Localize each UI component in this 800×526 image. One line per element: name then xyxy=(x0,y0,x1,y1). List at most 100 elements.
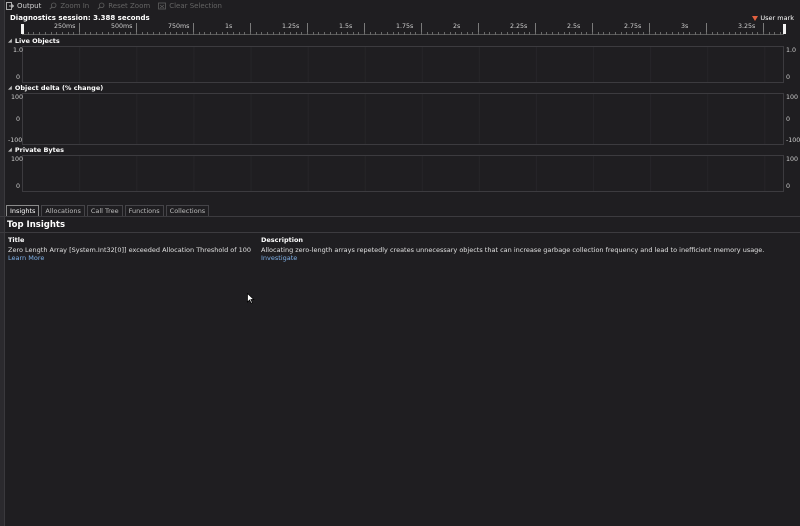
ruler-minor-tick xyxy=(84,32,86,35)
collapse-caret-icon: ◢ xyxy=(8,147,12,153)
private-bytes-header[interactable]: ◢ Private Bytes xyxy=(8,146,64,154)
ruler-minor-tick xyxy=(301,32,303,35)
ruler-minor-tick xyxy=(158,32,160,35)
ruler-minor-tick xyxy=(421,32,422,35)
ruler-minor-tick xyxy=(44,32,46,35)
live-objects-header[interactable]: ◢ Live Objects xyxy=(8,37,60,45)
output-icon xyxy=(6,1,14,10)
ruler-minor-tick xyxy=(597,32,599,35)
ruler-tick-label: 750ms xyxy=(168,23,190,30)
live-objects-title: Live Objects xyxy=(14,37,60,45)
ruler-minor-tick xyxy=(592,32,593,35)
ruler-minor-tick xyxy=(740,32,742,35)
ruler-minor-tick xyxy=(683,32,685,35)
ruler-minor-tick xyxy=(79,32,80,35)
ruler-minor-tick xyxy=(438,32,440,35)
ruler-minor-tick xyxy=(324,32,326,35)
ruler-minor-tick xyxy=(535,32,536,35)
ruler-minor-tick xyxy=(409,32,411,35)
ruler-minor-tick xyxy=(130,32,132,35)
ruler-minor-tick xyxy=(175,32,177,35)
ruler-minor-tick xyxy=(557,32,559,35)
selection-start-handle[interactable] xyxy=(21,24,24,34)
ruler-minor-tick xyxy=(529,32,531,35)
ruler-minor-tick xyxy=(272,32,274,35)
learn-more-link[interactable]: Learn More xyxy=(8,254,44,262)
ruler-minor-tick xyxy=(666,32,668,35)
object-delta-graph[interactable] xyxy=(22,93,784,145)
output-button[interactable]: Output xyxy=(6,2,41,10)
column-header-title: Title xyxy=(8,236,25,244)
ruler-tick-label: 1s xyxy=(225,23,233,30)
insight-title: Zero Length Array [System.Int32[0]] exce… xyxy=(8,246,252,254)
ruler-minor-tick xyxy=(574,32,576,35)
ruler-minor-tick xyxy=(455,32,457,35)
ruler-tick-label: 250ms xyxy=(54,23,76,30)
collapse-caret-icon: ◢ xyxy=(8,38,12,44)
investigate-link[interactable]: Investigate xyxy=(261,254,297,262)
ruler-minor-tick xyxy=(289,32,291,35)
zoom-in-icon xyxy=(49,2,57,10)
ruler-minor-tick xyxy=(757,32,759,35)
ruler-minor-tick xyxy=(375,32,377,35)
ruler-minor-tick xyxy=(386,32,388,35)
ruler-minor-tick xyxy=(261,32,263,35)
selection-end-handle[interactable] xyxy=(783,24,786,34)
time-ruler[interactable]: 250ms 500ms 750ms 1s 1.25s 1.5s 1.75s 2s 2.25s 2.… xyxy=(22,21,784,35)
ruler-minor-tick xyxy=(500,32,502,35)
private-bytes-y-bottom-right: 0 xyxy=(786,183,791,190)
output-label: Output xyxy=(17,1,42,10)
ruler-minor-tick xyxy=(193,32,194,35)
ruler-minor-tick xyxy=(620,32,622,35)
ruler-minor-tick xyxy=(312,32,314,35)
private-bytes-y-bottom-left: 0 xyxy=(16,183,21,190)
ruler-minor-tick xyxy=(478,32,479,35)
ruler-minor-tick xyxy=(614,32,616,35)
object-delta-y-top-right: 100 xyxy=(786,94,799,101)
ruler-minor-tick xyxy=(61,32,63,35)
ruler-minor-tick xyxy=(369,32,371,35)
ruler-tick-label: 500ms xyxy=(111,23,133,30)
ruler-minor-tick xyxy=(295,32,297,35)
ruler-minor-tick xyxy=(466,32,468,35)
ruler-minor-tick xyxy=(187,32,189,35)
object-delta-y-mid-right: 0 xyxy=(786,116,791,123)
ruler-minor-tick xyxy=(358,32,360,35)
private-bytes-graph[interactable] xyxy=(22,155,784,192)
column-header-description: Description xyxy=(261,236,304,244)
ruler-minor-tick xyxy=(552,32,554,35)
ruler-minor-tick xyxy=(403,32,405,35)
object-delta-header[interactable]: ◢ Object delta (% change) xyxy=(8,84,103,92)
ruler-minor-tick xyxy=(232,32,234,35)
object-delta-y-top-left: 100 xyxy=(11,94,24,101)
ruler-minor-tick xyxy=(67,32,69,35)
insight-description: Allocating zero-length arrays repetedly … xyxy=(261,246,765,254)
toolbar: Output Zoom In Reset Zoom Clear Selectio… xyxy=(6,0,800,11)
ruler-minor-tick xyxy=(107,32,109,35)
ruler-minor-tick xyxy=(27,32,29,35)
ruler-minor-tick xyxy=(677,32,679,35)
ruler-minor-tick xyxy=(443,32,445,35)
ruler-minor-tick xyxy=(101,32,103,35)
clear-selection-label: Clear Selection xyxy=(169,1,222,10)
ruler-minor-tick xyxy=(472,32,474,35)
ruler-minor-tick xyxy=(546,32,548,35)
left-edge-strip xyxy=(0,0,5,526)
ruler-minor-tick xyxy=(495,32,497,35)
user-mark-icon xyxy=(752,15,759,21)
reset-zoom-button[interactable]: Reset Zoom xyxy=(97,2,150,10)
ruler-tick-label: 2.5s xyxy=(567,23,581,30)
ruler-minor-tick xyxy=(329,32,331,35)
zoom-in-button[interactable]: Zoom In xyxy=(49,2,89,10)
ruler-minor-tick xyxy=(517,32,519,35)
ruler-tick-label: 2.75s xyxy=(624,23,642,30)
live-objects-graph[interactable] xyxy=(22,46,784,83)
ruler-tick-label: 2.25s xyxy=(510,23,528,30)
clear-selection-button[interactable]: Clear Selection xyxy=(158,2,222,10)
clear-selection-icon xyxy=(158,2,167,10)
ruler-minor-tick xyxy=(255,32,257,35)
ruler-minor-tick xyxy=(626,32,628,35)
ruler-minor-tick xyxy=(164,32,166,35)
ruler-minor-tick xyxy=(426,32,428,35)
ruler-minor-tick xyxy=(136,32,137,35)
